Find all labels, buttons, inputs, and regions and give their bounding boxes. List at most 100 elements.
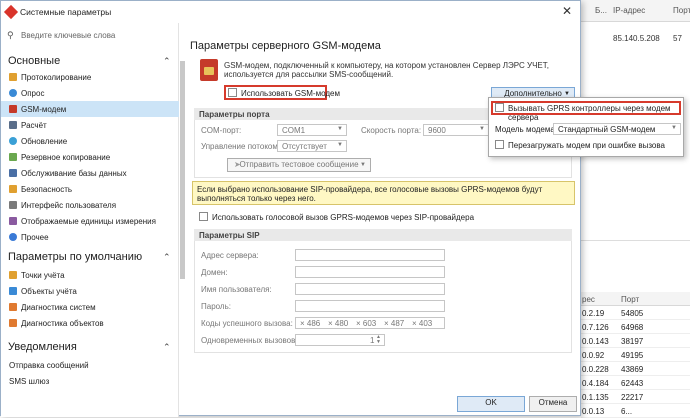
table-row[interactable]: 0.7.126 64968	[581, 320, 690, 334]
server-address-label: Адрес сервера:	[201, 251, 259, 260]
table-row[interactable]: 0.4.184 62443	[581, 376, 690, 390]
chevron-down-icon: ▼	[671, 125, 677, 131]
lock-icon	[9, 185, 17, 193]
search-icon: ⚲	[7, 30, 14, 40]
send-test-message-button[interactable]: ➤ Отправить тестовое сообщение ▼	[227, 158, 371, 172]
title-bar[interactable]: Системные параметры ✕	[1, 1, 580, 23]
sidebar-item-update[interactable]: Обновление	[1, 133, 179, 149]
sidebar-scrollbar[interactable]	[179, 61, 187, 279]
password-field[interactable]	[295, 300, 445, 312]
sidebar-item-object-diagnostics[interactable]: Диагностика объектов	[1, 315, 179, 331]
sidebar-item-metering-objects[interactable]: Объекты учёта	[1, 283, 179, 299]
domain-field[interactable]	[295, 266, 445, 278]
sidebar-item-user-interface[interactable]: Интерфейс пользователя	[1, 197, 179, 213]
chevron-up-icon[interactable]: ⌃	[163, 56, 171, 67]
sidebar-item-label: Обновление	[21, 137, 68, 146]
close-button[interactable]: ✕	[558, 4, 576, 20]
table-row[interactable]: 0.2.19 54805	[581, 306, 690, 320]
sidebar-item-label: SMS шлюз	[9, 377, 50, 386]
concurrent-calls-stepper[interactable]: 1 ▲ ▼	[295, 334, 385, 346]
sidebar-item-label: Протоколирование	[21, 73, 92, 82]
description: GSM-модем, подключенный к компьютеру, на…	[224, 61, 549, 79]
chevron-up-icon[interactable]: ⌃	[163, 342, 171, 353]
group-notifications[interactable]: Уведомления	[8, 341, 77, 353]
com-port-select[interactable]: COM1 ▼	[277, 124, 347, 136]
log-icon	[9, 73, 17, 81]
call-gprs-label: Вызывать GPRS контроллеры через модем се…	[508, 104, 671, 122]
modem-model-label: Модель модема:	[495, 125, 557, 134]
concurrent-calls-value: 1	[370, 336, 375, 345]
table-row[interactable]: 0.0.92 49195	[581, 348, 690, 362]
use-gsm-label: Использовать GSM-модем	[241, 89, 340, 98]
sidebar-item-logging[interactable]: Протоколирование	[1, 69, 179, 85]
sidebar-item-polling[interactable]: Опрос	[1, 85, 179, 101]
sidebar-item-label: Прочее	[21, 233, 49, 242]
restart-modem-checkbox[interactable]	[495, 140, 504, 149]
sip-warning: Если выбрано использование SIP-провайдер…	[192, 181, 575, 205]
scrollbar-thumb[interactable]	[180, 61, 185, 279]
cell-addr: 0.4.184	[582, 379, 609, 388]
table-row[interactable]: 0.0.228 43869	[581, 362, 690, 376]
sidebar-item-label: Объекты учёта	[21, 287, 77, 296]
call-gprs-checkbox[interactable]	[495, 103, 504, 112]
ok-label: OK	[485, 398, 497, 407]
backup-icon	[9, 153, 17, 161]
sidebar-item-label: Отправка сообщений	[9, 361, 89, 370]
sidebar-item-metering-points[interactable]: Точки учёта	[1, 267, 179, 283]
group-defaults[interactable]: Параметры по умолчанию	[8, 251, 142, 263]
send-test-label: Отправить тестовое сообщение	[239, 160, 359, 169]
voice-call-label: Использовать голосовой вызов GPRS-модемо…	[212, 213, 475, 222]
success-codes-field[interactable]: × 486 × 480 × 603 × 487 × 403	[295, 317, 445, 329]
sidebar-item-label: Диагностика объектов	[21, 319, 104, 328]
table-row[interactable]: 0.0.143 38197	[581, 334, 690, 348]
sidebar-item-gsm-modem[interactable]: GSM-модем	[1, 101, 179, 117]
bg-row[interactable]: 85.140.5.208 57	[581, 34, 690, 46]
sidebar-item-system-diagnostics[interactable]: Диагностика систем	[1, 299, 179, 315]
settings-sidebar: ⚲ Введите ключевые слова Основные ⌃ Прот…	[1, 23, 179, 417]
search-input[interactable]: ⚲ Введите ключевые слова	[7, 27, 167, 44]
concurrent-calls-label: Одновременных вызовов:	[201, 336, 298, 345]
port-speed-label: Скорость порта:	[361, 126, 422, 135]
chevron-down-icon: ▼	[479, 126, 485, 132]
sidebar-item-db-maintenance[interactable]: Обслуживание базы данных	[1, 165, 179, 181]
stepper-arrows-icon[interactable]: ▲ ▼	[376, 335, 381, 345]
port-speed-select[interactable]: 9600 ▼	[423, 124, 489, 136]
group-main[interactable]: Основные	[8, 55, 60, 67]
code-tag[interactable]: × 486	[300, 319, 320, 328]
flow-control-select[interactable]: Отсутствует ▼	[277, 140, 347, 152]
domain-label: Домен:	[201, 268, 228, 277]
cell-addr: 0.0.13	[582, 407, 605, 416]
sip-section-title: Параметры SIP	[199, 231, 260, 240]
modem-model-select[interactable]: Стандартный GSM-модем ▼	[553, 123, 681, 135]
point-icon	[9, 271, 17, 279]
chevron-down-icon: ▼	[360, 162, 366, 168]
username-label: Имя пользователя:	[201, 285, 272, 294]
flow-control-value: Отсутствует	[282, 142, 327, 151]
ok-button[interactable]: OK	[457, 396, 525, 412]
use-gsm-checkbox[interactable]	[228, 88, 237, 97]
cancel-button[interactable]: Отмена	[529, 396, 577, 412]
cell-addr: 0.0.228	[582, 365, 609, 374]
code-value: 487	[390, 319, 405, 328]
sidebar-item-calculation[interactable]: Расчёт	[1, 117, 179, 133]
sidebar-item-backup[interactable]: Резервное копирование	[1, 149, 179, 165]
sidebar-item-label: Расчёт	[21, 121, 47, 130]
success-codes-label: Коды успешного вызова:	[201, 319, 293, 328]
sidebar-item-security[interactable]: Безопасность	[1, 181, 179, 197]
chevron-up-icon[interactable]: ⌃	[163, 252, 171, 263]
sidebar-item-units[interactable]: Отображаемые единицы измерения	[1, 213, 179, 229]
code-tag[interactable]: × 480	[328, 319, 348, 328]
sidebar-item-sms-gateway[interactable]: SMS шлюз	[1, 373, 179, 389]
code-tag[interactable]: × 487	[384, 319, 404, 328]
table-row[interactable]: 0.1.135 22217	[581, 390, 690, 404]
username-field[interactable]	[295, 283, 445, 295]
server-address-field[interactable]	[295, 249, 445, 261]
sidebar-item-send-messages[interactable]: Отправка сообщений	[1, 357, 179, 373]
sidebar-item-label: Диагностика систем	[21, 303, 96, 312]
code-tag[interactable]: × 603	[356, 319, 376, 328]
voice-call-checkbox[interactable]	[199, 212, 208, 221]
sidebar-item-other[interactable]: Прочее	[1, 229, 179, 245]
restart-modem-label: Перезагружать модем при ошибке вызова	[508, 141, 665, 150]
sidebar-item-label: Обслуживание базы данных	[21, 169, 127, 178]
code-tag[interactable]: × 403	[412, 319, 432, 328]
